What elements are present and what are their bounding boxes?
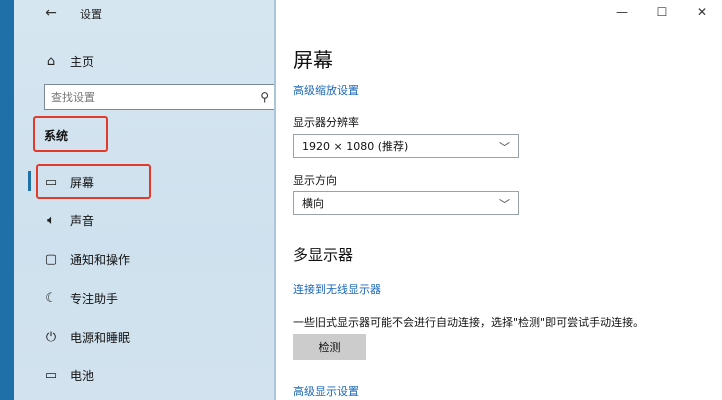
sidebar-item-battery[interactable]: ▭ 电池	[42, 364, 272, 386]
advanced-display-link[interactable]: 高级显示设置	[293, 383, 359, 399]
window-controls: — ☐ ✕	[602, 0, 722, 28]
power-icon: ⏻	[45, 329, 57, 345]
sidebar-item-label: 声音	[70, 213, 95, 228]
notification-icon: ▢	[44, 251, 58, 267]
moon-icon: ☾	[45, 290, 57, 306]
sidebar-item-power-sleep[interactable]: ⏻ 电源和睡眠	[42, 326, 272, 348]
multi-display-heading: 多显示器	[293, 246, 354, 264]
minimize-button[interactable]: —	[602, 0, 642, 24]
maximize-button[interactable]: ☐	[642, 0, 682, 24]
sidebar-item-display[interactable]: ▭ 屏幕	[42, 171, 272, 193]
home-icon: ⌂	[46, 53, 56, 69]
search-icon[interactable]: ⚲	[260, 90, 269, 104]
orientation-label: 显示方向	[293, 174, 337, 187]
wireless-display-link[interactable]: 连接到无线显示器	[293, 281, 381, 297]
sidebar: ← 设置 ⌂ 主页 ⚲ 系统 ▭ 屏幕 🔈︎ 声音 ▢ 通知和操作 ☾ 专注助手…	[0, 0, 286, 400]
nav-home-label: 主页	[70, 54, 95, 69]
chevron-down-icon: ﹀	[499, 198, 510, 211]
resolution-value: 1920 × 1080 (推荐)	[302, 140, 409, 153]
close-icon: ✕	[696, 5, 708, 19]
section-label-system: 系统	[44, 129, 69, 143]
resolution-label: 显示器分辨率	[293, 116, 359, 129]
close-button[interactable]: ✕	[682, 0, 722, 24]
multi-display-description: 一些旧式显示器可能不会进行自动连接，选择"检测"即可尝试手动连接。	[293, 316, 645, 329]
speaker-icon: 🔈︎	[47, 212, 55, 228]
maximize-icon: ☐	[656, 5, 668, 19]
sidebar-item-focus-assist[interactable]: ☾ 专注助手	[42, 287, 272, 309]
minimize-icon: —	[616, 5, 628, 19]
orientation-select[interactable]: 横向 ﹀	[293, 191, 519, 215]
page-title: 屏幕	[293, 48, 333, 72]
sidebar-item-sound[interactable]: 🔈︎ 声音	[42, 209, 272, 231]
sidebar-item-label: 电源和睡眠	[70, 330, 131, 345]
nav-home[interactable]: ⌂ 主页	[42, 50, 272, 72]
active-marker	[28, 171, 31, 191]
advanced-scale-link[interactable]: 高级缩放设置	[293, 82, 359, 98]
search-box[interactable]: ⚲	[44, 84, 276, 110]
chevron-down-icon: ﹀	[499, 141, 510, 154]
battery-icon: ▭	[44, 367, 58, 383]
monitor-icon: ▭	[44, 174, 58, 190]
sidebar-item-label: 电池	[70, 368, 95, 383]
back-button[interactable]: ←	[42, 4, 60, 22]
sidebar-item-label: 专注助手	[70, 291, 119, 306]
window-title: 设置	[80, 8, 102, 21]
resolution-select[interactable]: 1920 × 1080 (推荐) ﹀	[293, 134, 519, 158]
sidebar-item-notifications[interactable]: ▢ 通知和操作	[42, 248, 272, 270]
arrow-left-icon: ←	[45, 5, 57, 21]
sidebar-item-label: 通知和操作	[70, 252, 131, 267]
orientation-value: 横向	[302, 197, 324, 210]
search-input[interactable]	[51, 89, 251, 105]
detect-button[interactable]: 检测	[293, 334, 366, 360]
main-content: — ☐ ✕ 屏幕 高级缩放设置 显示器分辨率 1920 × 1080 (推荐) …	[276, 0, 722, 400]
sidebar-item-label: 屏幕	[70, 175, 95, 190]
